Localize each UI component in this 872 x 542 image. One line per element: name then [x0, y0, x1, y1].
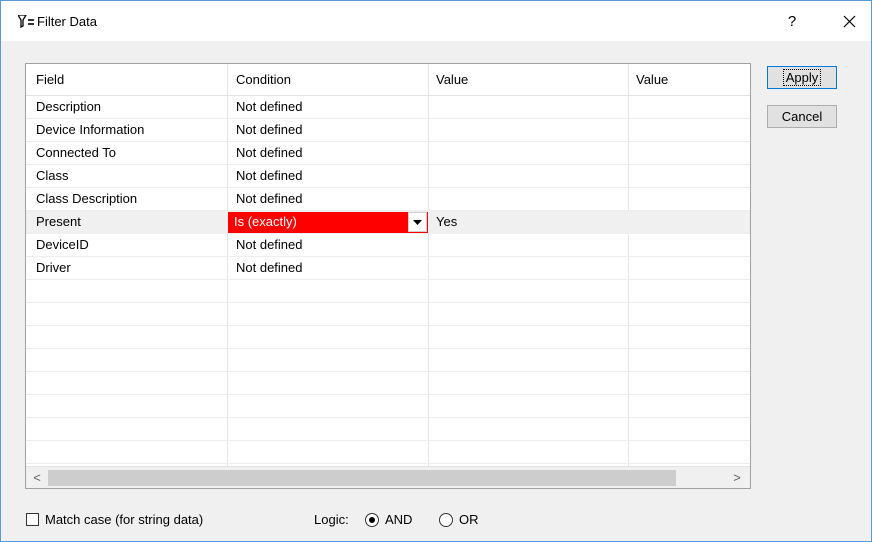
- field-cell: Present: [36, 214, 81, 229]
- table-row-selected[interactable]: Present Is (exactly) Yes: [26, 211, 750, 234]
- table-row[interactable]: Class Description Not defined: [26, 188, 750, 211]
- condition-cell[interactable]: Not defined: [236, 142, 426, 164]
- logic-and-radio[interactable]: [365, 513, 379, 527]
- field-cell: Class: [36, 168, 69, 183]
- value-cell[interactable]: Yes: [436, 211, 626, 233]
- empty-row: [26, 303, 750, 326]
- radio-selected-dot: [369, 517, 375, 523]
- value-cell[interactable]: [436, 142, 626, 164]
- condition-cell[interactable]: Not defined: [236, 119, 426, 141]
- condition-cell[interactable]: Not defined: [236, 257, 426, 279]
- filter-data-dialog: Filter Data ? Field Condition Value Valu…: [0, 0, 872, 542]
- table-row[interactable]: Device Information Not defined: [26, 119, 750, 142]
- window-title: Filter Data: [37, 14, 97, 29]
- scroll-right-button[interactable]: >: [726, 467, 748, 488]
- condition-cell[interactable]: Not defined: [236, 165, 426, 187]
- condition-cell[interactable]: Not defined: [236, 234, 426, 256]
- close-button[interactable]: [837, 11, 861, 33]
- chevron-down-icon: [413, 220, 422, 225]
- condition-cell[interactable]: Not defined: [236, 96, 426, 118]
- filter-icon: [18, 15, 34, 28]
- field-cell: Device Information: [36, 122, 145, 137]
- apply-button-label: Apply: [782, 69, 822, 86]
- horizontal-scrollbar[interactable]: < >: [26, 466, 750, 488]
- empty-row: [26, 349, 750, 372]
- empty-row: [26, 418, 750, 441]
- cancel-button[interactable]: Cancel: [767, 105, 837, 128]
- column-header-field[interactable]: Field: [36, 64, 226, 95]
- table-row[interactable]: Description Not defined: [26, 96, 750, 119]
- match-case-label[interactable]: Match case (for string data): [45, 512, 203, 527]
- column-header-condition[interactable]: Condition: [236, 64, 426, 95]
- empty-row: [26, 280, 750, 303]
- table-row[interactable]: Driver Not defined: [26, 257, 750, 280]
- close-icon: [843, 15, 856, 28]
- logic-or-radio[interactable]: [439, 513, 453, 527]
- field-cell: Connected To: [36, 145, 116, 160]
- filter-grid[interactable]: Field Condition Value Value Description …: [25, 63, 751, 489]
- value-cell[interactable]: [436, 234, 626, 256]
- scrollbar-thumb[interactable]: [48, 470, 676, 486]
- apply-button[interactable]: Apply: [767, 66, 837, 89]
- logic-label: Logic:: [314, 512, 349, 527]
- match-case-checkbox[interactable]: [26, 513, 39, 526]
- empty-row: [26, 395, 750, 418]
- table-row[interactable]: Class Not defined: [26, 165, 750, 188]
- grid-header: Field Condition Value Value: [26, 64, 750, 96]
- column-header-value[interactable]: Value: [436, 64, 626, 95]
- empty-row: [26, 372, 750, 395]
- condition-dropdown[interactable]: Is (exactly): [228, 212, 428, 233]
- field-cell: DeviceID: [36, 237, 89, 252]
- value-cell[interactable]: [436, 96, 626, 118]
- value-cell[interactable]: [436, 119, 626, 141]
- dropdown-button[interactable]: [408, 212, 427, 232]
- scroll-left-button[interactable]: <: [26, 467, 48, 488]
- field-cell: Class Description: [36, 191, 138, 206]
- value-cell[interactable]: [436, 188, 626, 210]
- column-header-value-2[interactable]: Value: [636, 64, 746, 95]
- table-row[interactable]: Connected To Not defined: [26, 142, 750, 165]
- logic-or-label[interactable]: OR: [459, 512, 479, 527]
- condition-cell[interactable]: Not defined: [236, 188, 426, 210]
- field-cell: Description: [36, 99, 102, 114]
- logic-and-label[interactable]: AND: [385, 512, 412, 527]
- help-button[interactable]: ?: [781, 11, 803, 33]
- value-cell[interactable]: [436, 165, 626, 187]
- empty-row: [26, 326, 750, 349]
- table-row[interactable]: DeviceID Not defined: [26, 234, 750, 257]
- title-bar: Filter Data ?: [1, 1, 871, 41]
- empty-row: [26, 441, 750, 464]
- value-cell[interactable]: [436, 257, 626, 279]
- field-cell: Driver: [36, 260, 71, 275]
